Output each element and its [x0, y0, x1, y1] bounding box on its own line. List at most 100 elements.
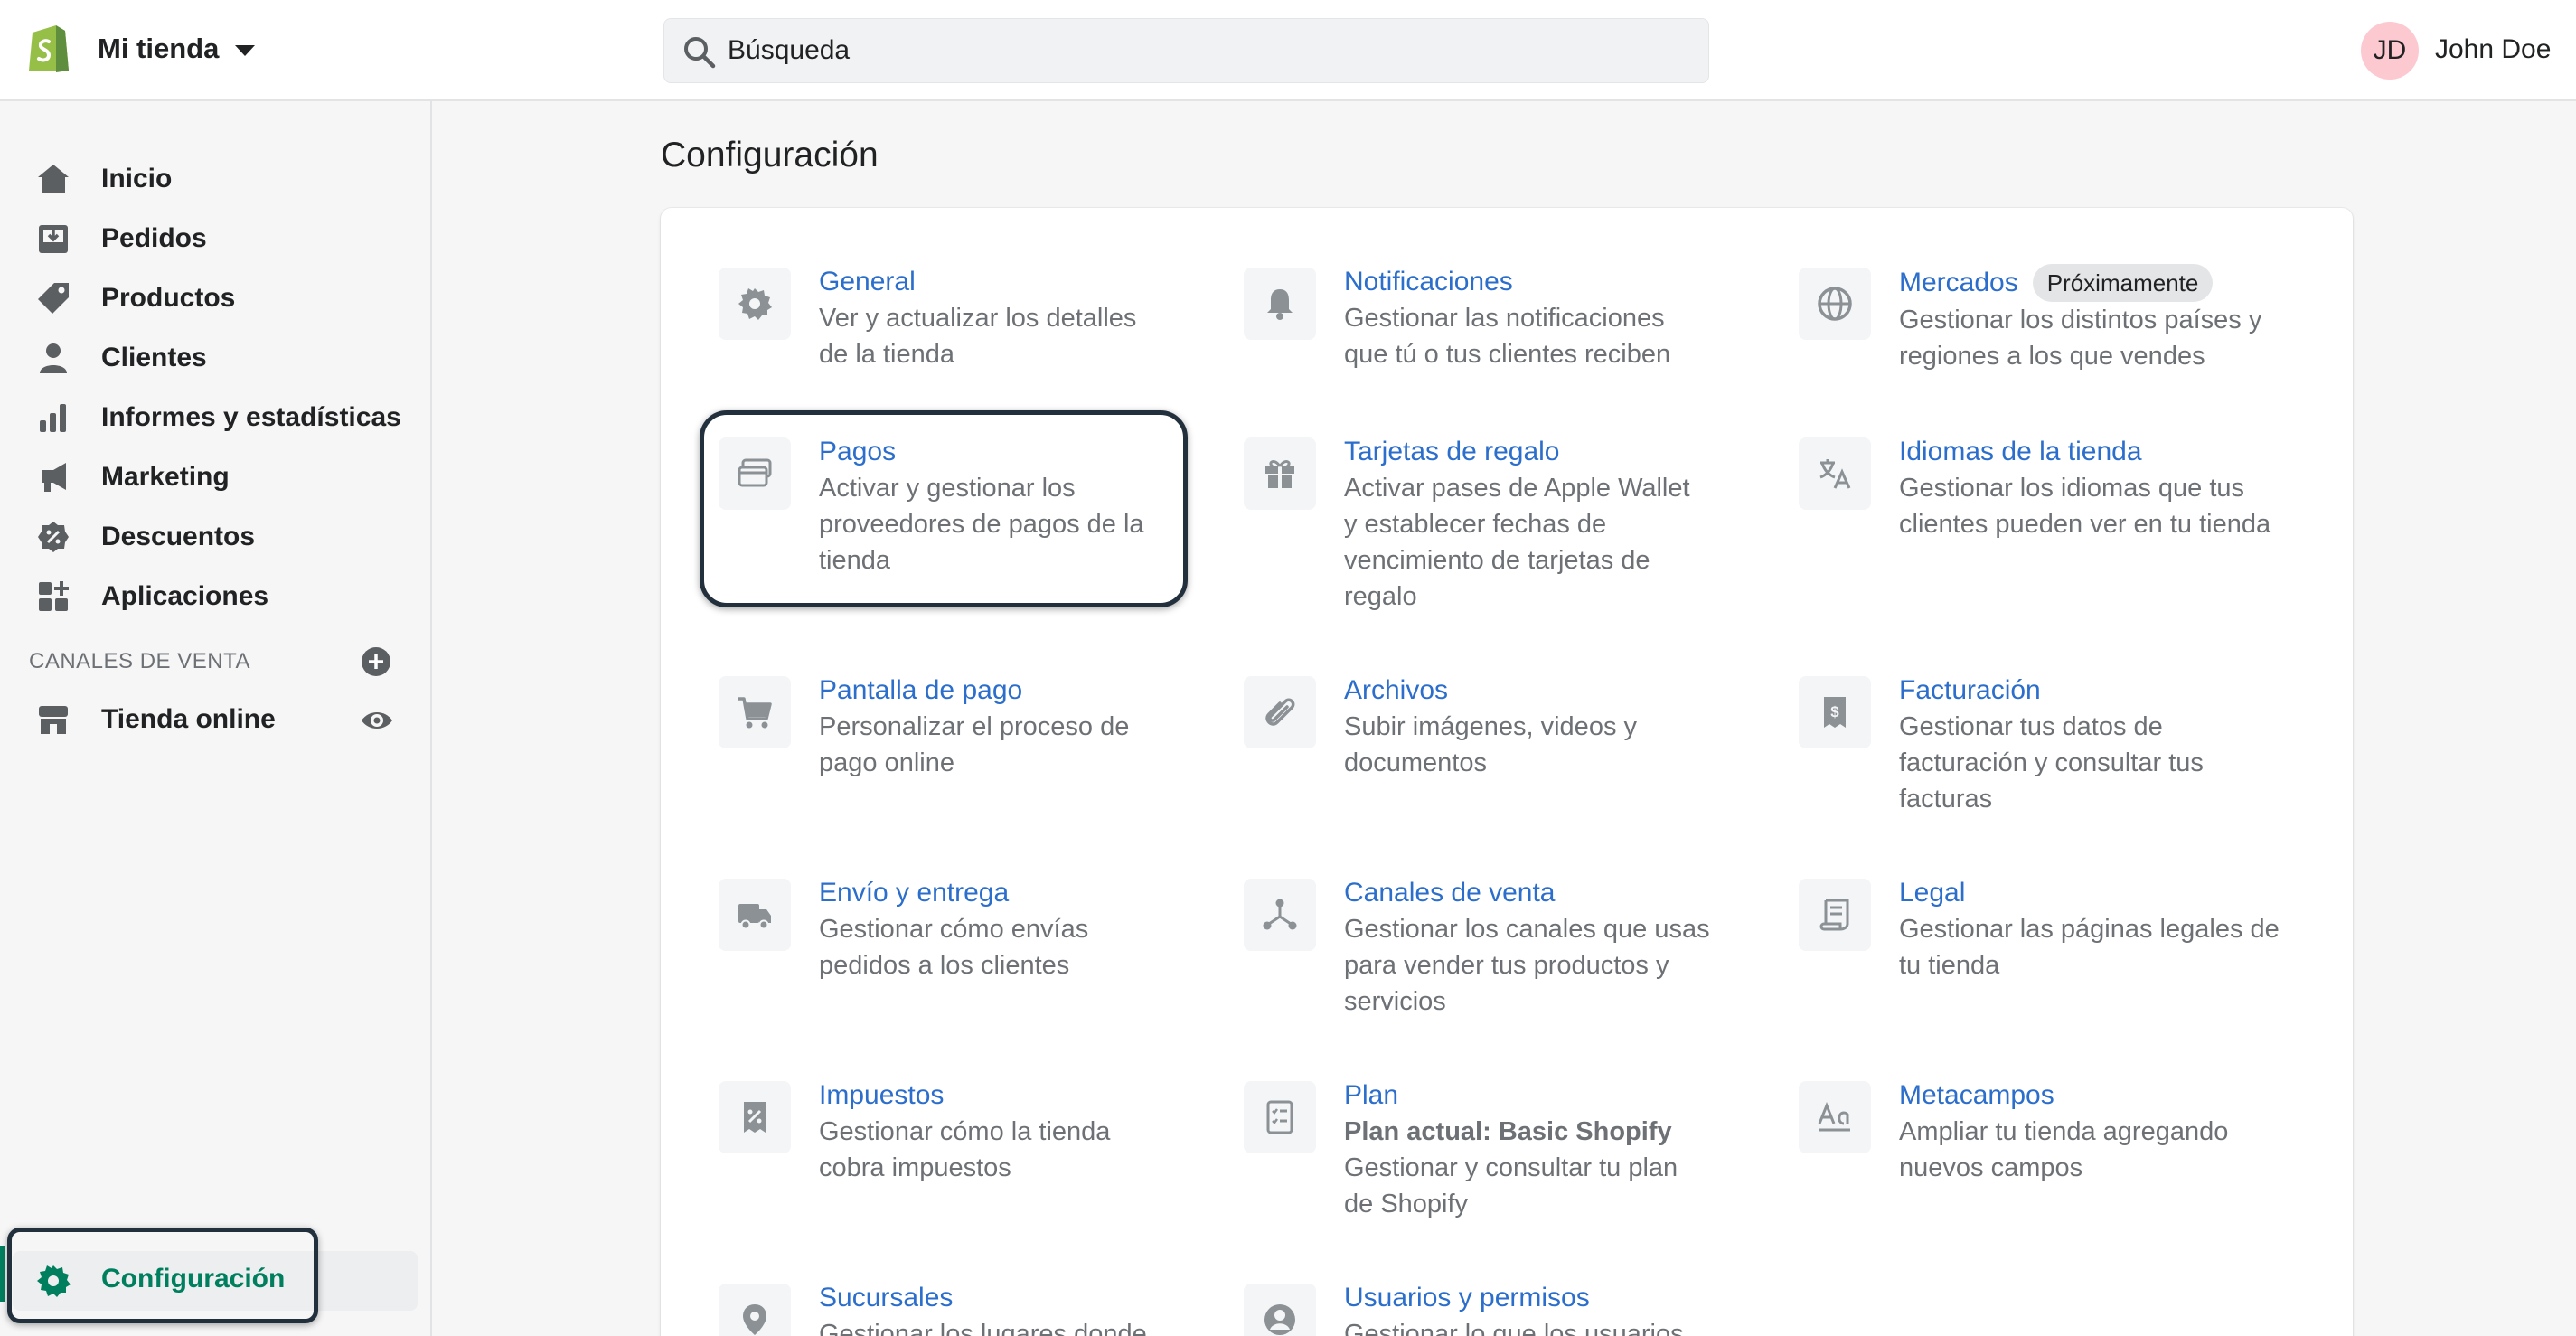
setting-description: que tú o tus clientes reciben [1344, 340, 1671, 369]
sales-channels-heading: CANALES DE VENTA [29, 649, 250, 673]
setting-description: Gestionar los distintos países y [1899, 306, 2262, 334]
setting-description: facturación y consultar tus [1899, 748, 2204, 777]
settings-card: General Ver y actualizar los detalles de… [661, 208, 2353, 1336]
setting-title[interactable]: Idiomas de la tienda [1899, 434, 2333, 470]
home-icon [34, 160, 72, 198]
status-badge: Próximamente [2032, 264, 2214, 302]
setting-description: Activar pases de Apple Wallet [1344, 474, 1690, 503]
top-bar: Mi tienda JD John Doe [0, 0, 2576, 101]
tax-icon [719, 1081, 791, 1153]
sidebar-item-label: Aplicaciones [101, 581, 269, 611]
sidebar-item-configuracion[interactable]: Configuración [13, 1251, 418, 1311]
sidebar-item-informes[interactable]: Informes y estadísticas [0, 390, 432, 445]
setting-description: servicios [1344, 987, 1446, 1016]
checklist-icon [1244, 1081, 1316, 1153]
svg-text:$: $ [1830, 703, 1839, 720]
sidebar-item-label: Productos [101, 283, 236, 313]
search-input[interactable] [728, 19, 1686, 82]
sidebar-item-label: Clientes [101, 343, 207, 372]
active-indicator [0, 1246, 5, 1302]
setting-description: Personalizar el proceso de [819, 712, 1130, 741]
location-icon [719, 1284, 791, 1336]
globe-icon [1799, 268, 1871, 340]
sidebar: Inicio Pedidos Productos Clientes Inform… [0, 101, 432, 1336]
setting-title[interactable]: Envío y entrega [819, 875, 1253, 911]
cart-icon [719, 676, 791, 748]
avatar[interactable]: JD [2361, 22, 2419, 80]
setting-description: facturas [1899, 785, 1993, 814]
user-name[interactable]: John Doe [2435, 34, 2551, 65]
sidebar-item-label: Configuración [101, 1264, 286, 1294]
megaphone-icon [34, 458, 72, 496]
sidebar-item-clientes[interactable]: Clientes [0, 331, 432, 385]
setting-description: para vender tus productos y [1344, 951, 1669, 980]
setting-description: Subir imágenes, videos y [1344, 712, 1637, 741]
setting-title[interactable]: Sucursales [819, 1280, 1253, 1316]
gear-icon [719, 268, 791, 340]
bell-icon [1244, 268, 1316, 340]
sidebar-item-aplicaciones[interactable]: Aplicaciones [0, 569, 432, 624]
sidebar-item-label: Informes y estadísticas [101, 402, 401, 432]
setting-description: proveedores de pagos de la [819, 510, 1144, 539]
setting-description: pago online [819, 748, 954, 777]
sidebar-item-marketing[interactable]: Marketing [0, 450, 432, 504]
sidebar-item-inicio[interactable]: Inicio [0, 152, 432, 206]
setting-title[interactable]: Mercados [1899, 265, 2018, 301]
setting-description: regiones a los que vendes [1899, 342, 2205, 371]
setting-title[interactable]: Usuarios y permisos [1344, 1280, 1778, 1316]
apps-icon [34, 578, 72, 616]
sidebar-item-productos[interactable]: Productos [0, 271, 432, 325]
sidebar-item-label: Descuentos [101, 522, 256, 551]
gift-icon [1244, 437, 1316, 510]
setting-title[interactable]: Archivos [1344, 673, 1778, 709]
caret-down-icon [235, 45, 256, 56]
setting-description: Gestionar las notificaciones [1344, 304, 1665, 333]
setting-description: tienda [819, 546, 891, 575]
person-icon [34, 339, 72, 377]
setting-description: y establecer fechas de [1344, 510, 1607, 539]
setting-title[interactable]: Plan [1344, 1077, 1778, 1114]
setting-description: Gestionar cómo envías [819, 915, 1089, 944]
sidebar-item-descuentos[interactable]: Descuentos [0, 510, 432, 564]
setting-description: Ampliar tu tienda agregando [1899, 1117, 2229, 1146]
setting-title[interactable]: Pantalla de pago [819, 673, 1253, 709]
setting-description: Gestionar los lugares donde [819, 1320, 1147, 1336]
store-icon [34, 701, 72, 739]
bar-chart-icon [34, 399, 72, 437]
setting-title[interactable]: Impuestos [819, 1077, 1253, 1114]
eye-icon[interactable] [360, 703, 394, 738]
sidebar-item-pedidos[interactable]: Pedidos [0, 212, 432, 266]
sidebar-item-label: Tienda online [101, 704, 276, 734]
setting-description: de la tienda [819, 340, 954, 369]
setting-title[interactable]: Facturación [1899, 673, 2333, 709]
setting-title[interactable]: Notificaciones [1344, 264, 1778, 300]
billing-icon: $ [1799, 676, 1871, 748]
add-channel-icon[interactable] [360, 645, 392, 678]
setting-description: tu tienda [1899, 951, 2000, 980]
setting-description: Gestionar y consultar tu plan [1344, 1153, 1678, 1182]
setting-title[interactable]: General [819, 264, 1253, 300]
search-bar[interactable] [663, 18, 1709, 83]
discount-icon [34, 518, 72, 556]
setting-title[interactable]: Pagos [819, 434, 1253, 470]
setting-description: nuevos campos [1899, 1153, 2083, 1182]
store-selector[interactable]: Mi tienda [98, 33, 256, 65]
setting-title[interactable]: Canales de venta [1344, 875, 1778, 911]
setting-title[interactable]: Tarjetas de regalo [1344, 434, 1778, 470]
truck-icon [719, 879, 791, 951]
current-plan: Plan actual: Basic Shopify [1344, 1117, 1672, 1146]
translate-icon [1799, 437, 1871, 510]
user-circle-icon [1244, 1284, 1316, 1336]
document-icon [1799, 879, 1871, 951]
setting-description: documentos [1344, 748, 1487, 777]
setting-description: Ver y actualizar los detalles [819, 304, 1137, 333]
setting-description: Gestionar cómo la tienda [819, 1117, 1111, 1146]
shopify-logo-icon[interactable] [25, 20, 72, 74]
setting-description: pedidos a los clientes [819, 951, 1070, 980]
setting-description: vencimiento de tarjetas de [1344, 546, 1650, 575]
setting-description: Gestionar lo que los usuarios [1344, 1320, 1684, 1336]
sidebar-item-label: Pedidos [101, 223, 207, 253]
tag-icon [34, 279, 72, 317]
setting-title[interactable]: Legal [1899, 875, 2333, 911]
setting-title[interactable]: Metacampos [1899, 1077, 2333, 1114]
